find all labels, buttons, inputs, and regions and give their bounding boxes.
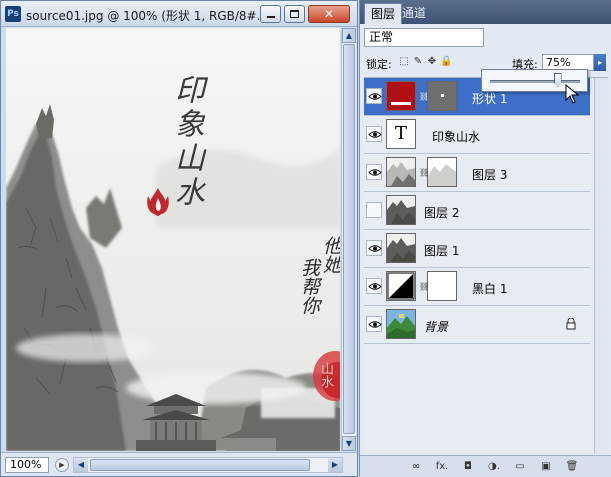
layer-thumbnail[interactable] <box>386 81 416 111</box>
visibility-eye-icon[interactable] <box>366 126 382 142</box>
scroll-left-icon[interactable]: ◀ <box>74 458 88 472</box>
layer-row[interactable]: ⛓ 图层 3 <box>364 154 590 192</box>
visibility-eye-icon[interactable] <box>366 240 382 256</box>
layer-list-scrollbar[interactable] <box>594 78 608 454</box>
link-icon[interactable]: ∞ <box>408 460 424 474</box>
layer-thumbnail[interactable] <box>386 157 416 187</box>
photoshop-logo-icon: Ps <box>5 6 21 22</box>
layer-list: ⛓ 形状 1 T 印象山水 ⛓ 图层 3 图层 2 图层 1 ⛓ 黑白 1 背景 <box>364 77 608 454</box>
layer-name[interactable]: 形状 1 <box>472 90 507 107</box>
close-icon: ✕ <box>323 7 335 21</box>
close-button[interactable]: ✕ <box>308 5 350 23</box>
layer-name[interactable]: 图层 2 <box>424 204 459 221</box>
layer-row[interactable]: 背景 <box>364 306 590 344</box>
layer-row[interactable]: 图层 1 <box>364 230 590 268</box>
fill-slider-track[interactable] <box>490 80 580 83</box>
document-window: Ps source01.jpg @ 100% (形状 1, RGB/8#... … <box>0 0 358 477</box>
visibility-eye-icon[interactable] <box>366 88 382 104</box>
blend-row: 正常 <box>364 28 608 48</box>
vertical-title-text: 印象山水 <box>169 74 204 210</box>
layer-mask-thumbnail[interactable] <box>427 81 457 111</box>
layer-lock-icon <box>566 317 576 330</box>
layer-name[interactable]: 黑白 1 <box>472 280 507 297</box>
document-title: source01.jpg @ 100% (形状 1, RGB/8#... <box>26 9 269 23</box>
fill-slider-toggle[interactable]: ▸ <box>594 54 606 71</box>
lock-transparency-icon[interactable]: ⬚ <box>398 56 410 68</box>
mask-link-icon[interactable]: ⛓ <box>419 168 429 178</box>
layer-name[interactable]: 背景 <box>424 318 448 335</box>
status-menu-icon[interactable]: ▶ <box>55 458 69 472</box>
lock-pixels-icon[interactable]: ✎ <box>412 56 424 68</box>
tab-channels[interactable]: 通道 <box>396 3 432 24</box>
layer-row[interactable]: 图层 2 <box>364 192 590 230</box>
visibility-eye-icon[interactable] <box>366 278 382 294</box>
maximize-button[interactable] <box>284 5 305 23</box>
document-titlebar[interactable]: Ps source01.jpg @ 100% (形状 1, RGB/8#... … <box>1 1 357 27</box>
horizontal-scroll-thumb[interactable] <box>90 459 310 471</box>
vertical-scroll-thumb[interactable] <box>343 44 355 434</box>
mask-link-icon[interactable]: ⛓ <box>419 92 429 102</box>
folder-icon[interactable]: ▭ <box>512 460 528 474</box>
panel-tabbar: 图层 通道 <box>360 0 611 24</box>
fx-icon[interactable]: fx. <box>434 460 450 474</box>
mask-link-icon[interactable]: ⛓ <box>419 282 429 292</box>
layer-name[interactable]: 印象山水 <box>432 128 480 145</box>
scroll-down-icon[interactable]: ▼ <box>342 436 356 451</box>
document-statusbar: 100% ▶ ◀ ▶ <box>1 452 357 476</box>
lock-all-icon[interactable]: 🔒 <box>440 56 452 68</box>
layer-thumbnail[interactable] <box>386 271 416 301</box>
mask-icon[interactable]: ◘ <box>460 460 476 474</box>
layer-thumbnail[interactable] <box>386 309 416 339</box>
scroll-up-icon[interactable]: ▲ <box>342 28 356 43</box>
blend-mode-select[interactable]: 正常 <box>364 28 484 47</box>
trash-icon[interactable]: 🗑 <box>564 460 580 474</box>
visibility-eye-icon[interactable] <box>366 164 382 180</box>
layer-name[interactable]: 图层 1 <box>424 242 459 259</box>
layer-thumbnail[interactable] <box>386 195 416 225</box>
layers-footer: ∞ fx. ◘ ◑. ▭ ▣ 🗑 <box>360 455 611 477</box>
horizontal-scrollbar[interactable]: ◀ ▶ <box>73 457 343 473</box>
layer-name[interactable]: 图层 3 <box>472 166 507 183</box>
layer-row[interactable]: T 印象山水 <box>364 116 590 154</box>
minimize-button[interactable] <box>260 5 281 23</box>
scroll-right-icon[interactable]: ▶ <box>328 458 342 472</box>
lock-label: 锁定: <box>366 58 392 71</box>
layer-mask-thumbnail[interactable] <box>427 271 457 301</box>
fill-slider-thumb[interactable] <box>553 73 562 87</box>
new-layer-icon[interactable]: ▣ <box>538 460 554 474</box>
zoom-level-field[interactable]: 100% <box>5 457 49 473</box>
maximize-icon <box>290 10 299 18</box>
visibility-eye-icon[interactable] <box>366 202 382 218</box>
visibility-eye-icon[interactable] <box>366 316 382 332</box>
layer-row[interactable]: ⛓ 黑白 1 <box>364 268 590 306</box>
layers-panel: 图层 通道 正常 锁定: ⬚ ✎ ✥ 🔒 填充: 75% ▸ ⛓ 形状 1 T 印象山… <box>359 0 611 477</box>
layer-mask-thumbnail[interactable] <box>427 157 457 187</box>
adjustment-icon[interactable]: ◑. <box>486 460 502 474</box>
mouse-cursor-icon <box>565 84 580 104</box>
minimize-icon <box>266 16 275 18</box>
layer-thumbnail[interactable]: T <box>386 119 416 149</box>
document-canvas[interactable]: 印象山水 他她 我帮你 山水 <box>6 28 340 451</box>
layer-thumbnail[interactable] <box>386 233 416 263</box>
vertical-scrollbar[interactable]: ▲ ▼ <box>341 28 356 451</box>
poem-line-2: 我帮你 <box>298 258 320 315</box>
text-layer-icon: T <box>394 123 407 144</box>
seal-text: 山水 <box>318 362 333 388</box>
lock-position-icon[interactable]: ✥ <box>426 56 438 68</box>
